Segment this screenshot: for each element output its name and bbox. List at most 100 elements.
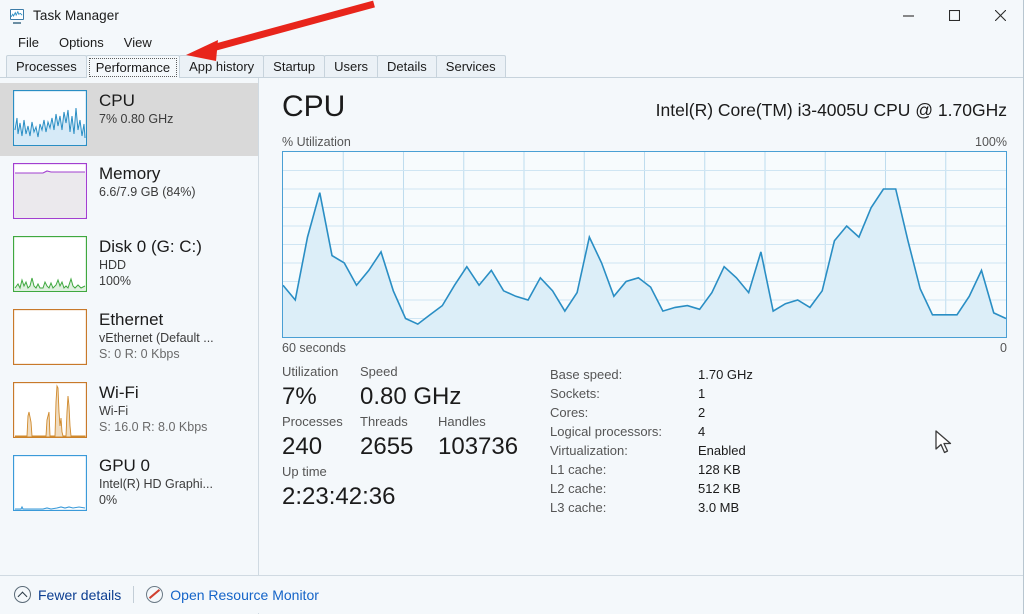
spec-row: L2 cache: 512 KB [550, 479, 1007, 498]
sidebar-item-title: CPU [99, 91, 135, 110]
sidebar-item-disk-0[interactable]: Disk 0 (G: C:) HDD 100% [0, 229, 258, 302]
stat-utilization: Utilization 7% [282, 363, 360, 413]
stat-value: 2:23:42:36 [282, 483, 396, 510]
stat-speed: Speed 0.80 GHz [360, 363, 490, 413]
spec-label: Cores: [550, 405, 589, 420]
menu-view[interactable]: View [115, 34, 161, 51]
stats-row-1: Utilization 7% Speed 0.80 GHz [282, 363, 550, 413]
spec-value: Enabled [698, 443, 746, 458]
sidebar-item-gpu-0[interactable]: GPU 0 Intel(R) HD Graphi... 0% [0, 448, 258, 521]
tab-users[interactable]: Users [324, 55, 379, 77]
tab-app-history[interactable]: App history [179, 55, 265, 77]
stats-area: Utilization 7% Speed 0.80 GHz Processes … [282, 363, 1007, 517]
stat-handles: Handles 103736 [438, 413, 538, 463]
spec-label: Logical processors: [550, 424, 662, 439]
stat-value: 240 [282, 433, 323, 460]
spec-row: L3 cache: 3.0 MB [550, 498, 1007, 517]
sidebar-item-sub1: HDD [99, 258, 127, 272]
gpu-thumbnail-graph [13, 455, 87, 511]
cpu-thumbnail-graph [13, 90, 87, 146]
chart-canvas [283, 152, 1006, 337]
sidebar-item-wi-fi[interactable]: Wi-Fi Wi-Fi S: 16.0 R: 8.0 Kbps [0, 375, 258, 448]
stat-value: 2655 [360, 433, 414, 460]
spec-value: 1 [698, 386, 706, 401]
cpu-detail-panel: CPU Intel(R) Core(TM) i3-4005U CPU @ 1.7… [259, 78, 1023, 614]
panel-header: CPU Intel(R) Core(TM) i3-4005U CPU @ 1.7… [282, 90, 1007, 124]
status-separator [133, 586, 135, 603]
spec-value: 3.0 MB [698, 500, 740, 515]
sidebar-item-cpu[interactable]: CPU 7% 0.80 GHz [0, 83, 258, 156]
window-controls [885, 0, 1023, 31]
spec-row: Sockets: 1 [550, 384, 1007, 403]
tab-startup[interactable]: Startup [263, 55, 326, 77]
tab-services[interactable]: Services [435, 55, 506, 77]
resource-monitor-icon [146, 586, 164, 603]
stat-threads: Threads 2655 [360, 413, 438, 463]
chart-min-label: 0 [1000, 341, 1007, 355]
tab-strip: Processes Performance App history Startu… [0, 53, 1023, 78]
tab-label: Startup [273, 59, 316, 74]
tab-performance[interactable]: Performance [85, 55, 181, 78]
spec-row: Virtualization: Enabled [550, 441, 1007, 460]
resource-list: CPU 7% 0.80 GHz Memory 6.6/7.9 GB (84%) [0, 78, 259, 614]
sidebar-item-texts: Wi-Fi Wi-Fi S: 16.0 R: 8.0 Kbps [99, 382, 207, 435]
tab-processes[interactable]: Processes [6, 55, 87, 77]
menu-bar: File Options View [0, 31, 1023, 53]
sidebar-item-sub1: Wi-Fi [99, 404, 129, 418]
sidebar-item-title: Ethernet [99, 310, 164, 329]
sidebar-item-texts: Ethernet vEthernet (Default ... S: 0 R: … [99, 309, 214, 362]
close-button[interactable] [977, 0, 1023, 31]
stats-row-3: Up time 2:23:42:36 [282, 463, 550, 513]
spec-row: Base speed: 1.70 GHz [550, 365, 1007, 384]
spec-value: 2 [698, 405, 706, 420]
status-bar: Fewer details Open Resource Monitor [0, 575, 1023, 613]
open-resource-monitor-link[interactable]: Open Resource Monitor [146, 586, 319, 603]
stat-value: 0.80 GHz [360, 383, 462, 410]
spec-row: L1 cache: 128 KB [550, 460, 1007, 479]
stat-label: Speed [360, 364, 398, 379]
sidebar-item-sub1: 7% 0.80 GHz [99, 112, 174, 126]
ethernet-thumbnail-graph [13, 309, 87, 365]
chart-bottom-labels: 60 seconds 0 [282, 341, 1007, 355]
tab-label: Users [334, 59, 369, 74]
wifi-thumbnail-graph [13, 382, 87, 438]
stat-value: 7% [282, 383, 317, 410]
stats-primary: Utilization 7% Speed 0.80 GHz Processes … [282, 363, 550, 517]
chart-top-labels: % Utilization 100% [282, 135, 1007, 149]
sidebar-item-sub2: 0% [99, 493, 118, 507]
open-resource-monitor-label: Open Resource Monitor [170, 586, 319, 603]
sidebar-item-memory[interactable]: Memory 6.6/7.9 GB (84%) [0, 156, 258, 229]
cpu-utilization-chart[interactable] [282, 151, 1007, 338]
fewer-details-button[interactable]: Fewer details [14, 586, 121, 603]
stat-label: Processes [282, 414, 343, 429]
sidebar-item-title: Memory [99, 164, 161, 183]
maximize-button[interactable] [931, 0, 977, 31]
minimize-button[interactable] [885, 0, 931, 31]
stats-specs: Base speed: 1.70 GHz Sockets: 1 Cores: 2… [550, 363, 1007, 517]
tab-label: Details [387, 59, 427, 74]
spec-value: 512 KB [698, 481, 741, 496]
tab-label: Services [445, 59, 496, 74]
page-title: CPU [282, 90, 346, 123]
title-bar: Task Manager [0, 0, 1023, 31]
stat-label: Threads [360, 414, 408, 429]
cpu-model-label: Intel(R) Core(TM) i3-4005U CPU @ 1.70GHz [655, 100, 1007, 120]
sidebar-item-texts: Memory 6.6/7.9 GB (84%) [99, 163, 196, 200]
spec-row: Logical processors: 4 [550, 422, 1007, 441]
sidebar-item-sub1: vEthernet (Default ... [99, 331, 214, 345]
window-title: Task Manager [33, 8, 119, 23]
stat-uptime: Up time 2:23:42:36 [282, 463, 395, 513]
menu-options[interactable]: Options [50, 34, 113, 51]
sidebar-item-texts: CPU 7% 0.80 GHz [99, 90, 173, 127]
stat-value: 103736 [438, 433, 519, 460]
sidebar-item-texts: GPU 0 Intel(R) HD Graphi... 0% [99, 455, 213, 508]
sidebar-item-ethernet[interactable]: Ethernet vEthernet (Default ... S: 0 R: … [0, 302, 258, 375]
task-manager-window: Task Manager File Options View Processes… [0, 0, 1024, 614]
stat-label: Utilization [282, 364, 339, 379]
chart-x-axis-label: 60 seconds [282, 341, 346, 355]
stat-processes: Processes 240 [282, 413, 360, 463]
tab-details[interactable]: Details [377, 55, 437, 77]
menu-file[interactable]: File [9, 34, 48, 51]
spec-value: 4 [698, 424, 706, 439]
focus-ring [88, 58, 178, 77]
